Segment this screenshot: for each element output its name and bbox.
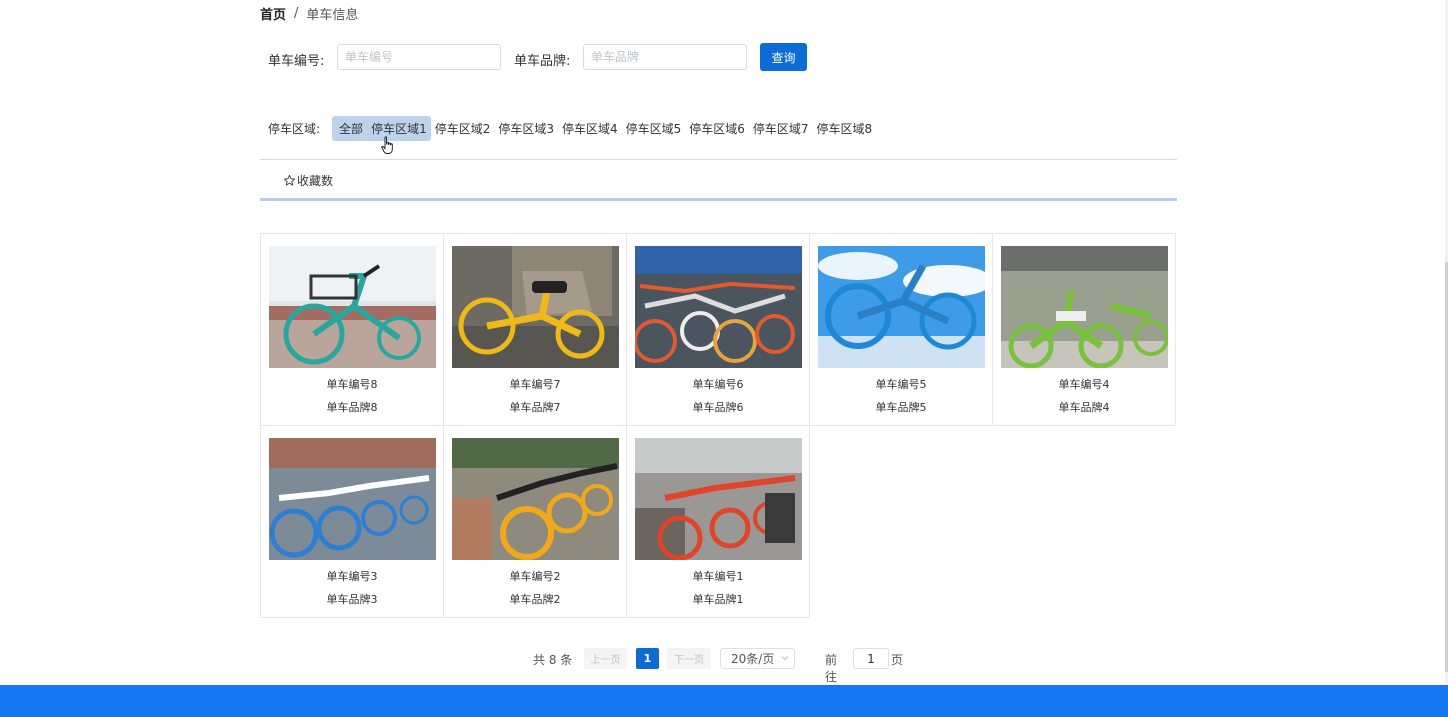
zone-option-all[interactable]: 全部 <box>332 115 368 141</box>
breadcrumb-separator: / <box>294 5 299 21</box>
zone-option-8[interactable]: 停车区域8 <box>813 116 877 141</box>
bike-brand: 单车品牌1 <box>692 593 744 606</box>
bike-brand: 单车品牌8 <box>326 401 378 414</box>
page-size-select[interactable]: 20条/页 <box>720 648 795 669</box>
page-number-1[interactable]: 1 <box>636 648 659 669</box>
bike-card[interactable]: 单车编号8 单车品牌8 <box>260 233 444 426</box>
bike-brand-input[interactable] <box>583 44 747 70</box>
goto-label: 前往 <box>825 653 838 684</box>
bike-number: 单车编号1 <box>692 570 744 583</box>
bike-number: 单车编号5 <box>875 378 927 391</box>
zone-option-2[interactable]: 停车区域2 <box>431 116 495 141</box>
search-form: 单车编号: 单车品牌: 查询 <box>268 43 828 72</box>
page-size-value: 20条/页 <box>731 652 775 666</box>
bike-brand: 单车品牌6 <box>692 401 744 414</box>
bike-brand: 单车品牌2 <box>509 593 561 606</box>
bike-number: 单车编号3 <box>326 570 378 583</box>
parking-zone-filter: 停车区域: 全部 停车区域1 停车区域2 停车区域3 停车区域4 停车区域5 停… <box>268 115 877 141</box>
blue-bicycle-sky-photo <box>818 246 985 368</box>
bike-number-label: 单车编号: <box>268 54 325 69</box>
bike-card[interactable]: 单车编号2 单车品牌2 <box>443 425 627 618</box>
bike-card[interactable]: 单车编号6 单车品牌6 <box>626 233 810 426</box>
zone-option-3[interactable]: 停车区域3 <box>494 116 558 141</box>
bike-number-input[interactable] <box>337 44 501 70</box>
favorites-label: 收藏数 <box>297 174 334 188</box>
bike-brand: 单车品牌3 <box>326 593 378 606</box>
bike-card[interactable]: 单车编号7 单车品牌7 <box>443 233 627 426</box>
pagination-total: 共 8 条 <box>533 653 573 667</box>
yellow-bicycle-photo <box>452 246 619 368</box>
bike-card[interactable]: 单车编号1 单车品牌1 <box>626 425 810 618</box>
orange-bicycles-pile-photo <box>635 246 802 368</box>
breadcrumb: 首页 / 单车信息 <box>260 4 359 23</box>
bike-number: 单车编号8 <box>326 378 378 391</box>
query-button[interactable]: 查询 <box>760 43 807 71</box>
red-bicycles-row-photo <box>635 438 802 560</box>
bike-grid: 单车编号8 单车品牌8 单车编号7 单车品牌7 单车编号6 单车品牌6 单车编号… <box>260 233 1177 618</box>
zone-option-7[interactable]: 停车区域7 <box>749 116 813 141</box>
bike-brand: 单车品牌5 <box>875 401 927 414</box>
chevron-down-icon <box>781 656 789 661</box>
bike-number: 单车编号2 <box>509 570 561 583</box>
hand-pointer-cursor-icon <box>381 136 393 154</box>
blue-bicycles-row-photo <box>269 438 436 560</box>
bike-number: 单车编号7 <box>509 378 561 391</box>
sort-bar: 收藏数 <box>260 159 1177 201</box>
bike-card[interactable]: 单车编号3 单车品牌3 <box>260 425 444 618</box>
breadcrumb-home-link[interactable]: 首页 <box>260 4 286 23</box>
footer-bar <box>0 685 1448 717</box>
page-suffix-label: 页 <box>891 653 904 667</box>
breadcrumb-current: 单车信息 <box>306 7 359 23</box>
green-bicycles-photo <box>1001 246 1168 368</box>
bike-number: 单车编号6 <box>692 378 744 391</box>
bike-brand: 单车品牌7 <box>509 401 561 414</box>
parking-zone-label: 停车区域: <box>268 121 321 136</box>
prev-page-button[interactable]: 上一页 <box>584 648 627 669</box>
zone-option-6[interactable]: 停车区域6 <box>685 116 749 141</box>
zone-option-5[interactable]: 停车区域5 <box>622 116 686 141</box>
bike-card[interactable]: 单车编号5 单车品牌5 <box>809 233 993 426</box>
zone-option-4[interactable]: 停车区域4 <box>558 116 622 141</box>
next-page-button[interactable]: 下一页 <box>667 648 711 669</box>
teal-bicycle-photo <box>269 246 436 368</box>
yellow-bicycles-row-photo <box>452 438 619 560</box>
bike-brand: 单车品牌4 <box>1058 401 1110 414</box>
bike-card[interactable]: 单车编号4 单车品牌4 <box>992 233 1176 426</box>
bike-number: 单车编号4 <box>1058 378 1110 391</box>
bike-brand-label: 单车品牌: <box>514 54 571 69</box>
goto-page-input[interactable] <box>853 648 889 669</box>
sort-by-favorites[interactable]: 收藏数 <box>283 172 333 189</box>
zone-option-1[interactable]: 停车区域1 <box>367 115 431 141</box>
star-outline-icon <box>283 174 296 186</box>
